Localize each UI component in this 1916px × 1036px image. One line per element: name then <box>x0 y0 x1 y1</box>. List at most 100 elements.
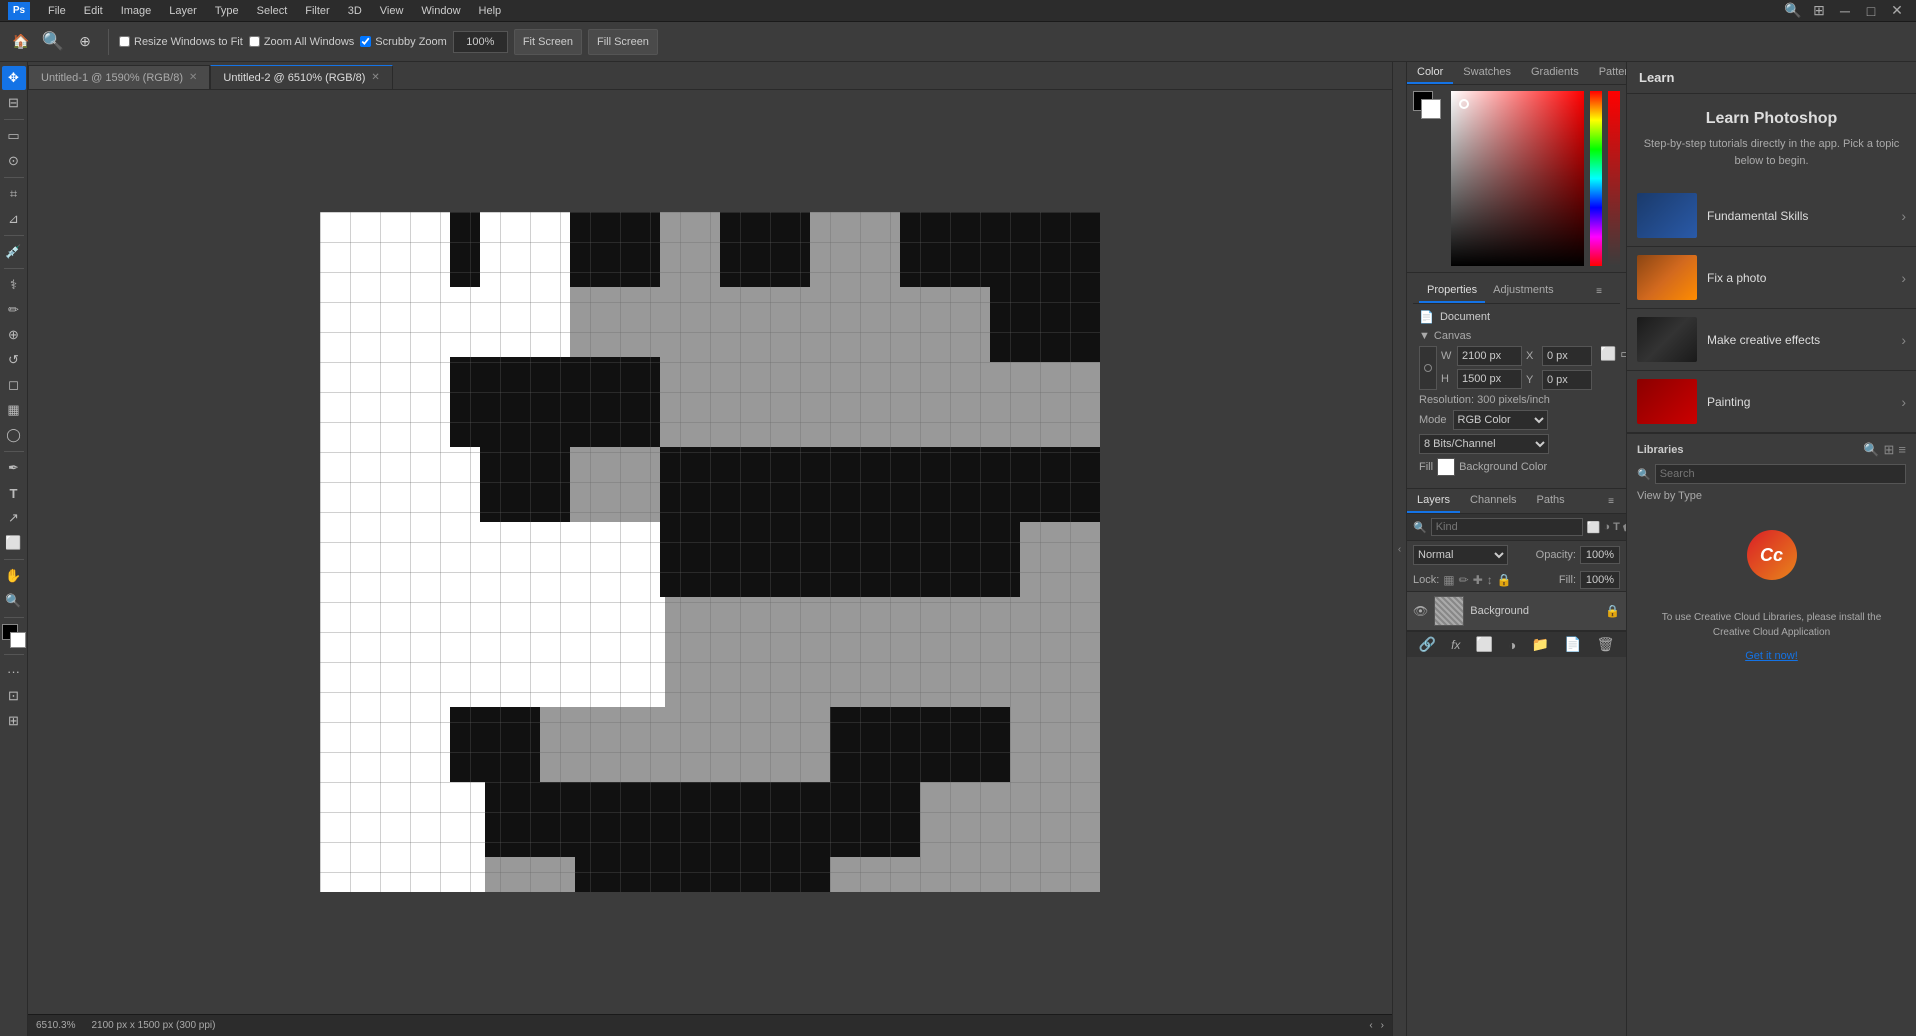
tab-close-untitled2[interactable]: ✕ <box>371 72 379 83</box>
tool-dodge[interactable]: ◯ <box>2 423 26 447</box>
tab-properties[interactable]: Properties <box>1419 279 1485 303</box>
layer-visibility-icon[interactable]: 👁 <box>1413 604 1428 618</box>
blend-mode-select[interactable]: Normal <box>1413 545 1508 565</box>
tool-hand[interactable]: ✋ <box>2 564 26 588</box>
tool-slice[interactable]: ⊿ <box>2 207 26 231</box>
tab-layers[interactable]: Layers <box>1407 489 1460 513</box>
fg-bg-color-swatch[interactable] <box>2 624 26 648</box>
tool-history-brush[interactable]: ↺ <box>2 348 26 372</box>
tool-extra1[interactable]: ⊡ <box>2 684 26 708</box>
layer-item-background[interactable]: 👁 Background 🔒 <box>1407 592 1626 631</box>
menu-window[interactable]: Window <box>413 3 468 19</box>
tool-marquee-rect[interactable]: ▭ <box>2 124 26 148</box>
color-gradient-picker[interactable] <box>1451 91 1584 266</box>
tool-extra2[interactable]: ⊞ <box>2 709 26 733</box>
maximize-icon[interactable]: □ <box>1860 0 1882 22</box>
tool-zoom[interactable]: 🔍 <box>2 589 26 613</box>
opacity-input[interactable] <box>1580 546 1620 564</box>
status-arrow-right[interactable]: › <box>1381 1020 1384 1031</box>
zoom-all-windows-checkbox[interactable]: Zoom All Windows <box>249 36 354 48</box>
lock-artboard-icon[interactable]: ✚ <box>1473 573 1483 587</box>
tool-more[interactable]: ··· <box>2 659 26 683</box>
layer-filter-pixel-icon[interactable]: ⬜ <box>1587 521 1601 534</box>
tab-color[interactable]: Color <box>1407 62 1453 84</box>
layers-adjustment-icon[interactable]: ◑ <box>1508 637 1516 653</box>
tab-gradients[interactable]: Gradients <box>1521 62 1589 84</box>
learn-item-fundamental[interactable]: Fundamental Skills › <box>1627 185 1916 247</box>
view-by-type-label[interactable]: View by Type <box>1637 490 1702 502</box>
zoom-level-input[interactable] <box>453 31 508 53</box>
layers-group-icon[interactable]: 📁 <box>1532 636 1549 653</box>
bit-depth-select[interactable]: 8 Bits/Channel <box>1419 434 1549 454</box>
menu-filter[interactable]: Filter <box>297 3 337 19</box>
tab-untitled1[interactable]: Untitled-1 @ 1590% (RGB/8) ✕ <box>28 65 210 89</box>
learn-item-fix-photo[interactable]: Fix a photo › <box>1627 247 1916 309</box>
menu-type[interactable]: Type <box>207 3 247 19</box>
color-fg-bg[interactable] <box>1413 91 1441 119</box>
libraries-list-icon[interactable]: ≡ <box>1898 442 1906 458</box>
menu-image[interactable]: Image <box>113 3 160 19</box>
libraries-search-icon[interactable]: 🔍 <box>1863 442 1879 458</box>
canvas-x-input[interactable] <box>1542 346 1592 366</box>
libraries-grid-icon[interactable]: ⊞ <box>1884 442 1895 458</box>
fill-input[interactable] <box>1580 571 1620 589</box>
canvas-section-header[interactable]: ▼ Canvas <box>1419 330 1614 342</box>
menu-view[interactable]: View <box>372 3 412 19</box>
fill-screen-button[interactable]: Fill Screen <box>588 29 658 55</box>
lock-pixels-icon[interactable]: ▦ <box>1443 573 1454 587</box>
tool-eraser[interactable]: ◻ <box>2 373 26 397</box>
right-panel-collapse[interactable]: ‹ <box>1392 62 1406 1036</box>
scrubby-zoom-checkbox[interactable]: Scrubby Zoom <box>360 36 447 48</box>
tab-close-untitled1[interactable]: ✕ <box>189 72 197 83</box>
tab-adjustments[interactable]: Adjustments <box>1485 279 1562 303</box>
tool-shape[interactable]: ⬜ <box>2 531 26 555</box>
canvas-width-input[interactable] <box>1457 346 1522 366</box>
home-icon[interactable]: 🏠 <box>8 29 34 55</box>
tool-crop[interactable]: ⌗ <box>2 182 26 206</box>
get-it-now-link[interactable]: Get it now! <box>1637 650 1906 662</box>
layers-mask-icon[interactable]: ⬜ <box>1476 636 1493 653</box>
arrange-icon[interactable]: ⊞ <box>1808 0 1830 22</box>
lock-position-icon[interactable]: ✏ <box>1459 573 1469 587</box>
learn-item-painting[interactable]: Painting › <box>1627 371 1916 433</box>
menu-layer[interactable]: Layer <box>161 3 205 19</box>
menu-file[interactable]: File <box>40 3 74 19</box>
color-mode-select[interactable]: RGB Color <box>1453 410 1548 430</box>
tool-lasso[interactable]: ⊙ <box>2 149 26 173</box>
tool-artboard[interactable]: ⊟ <box>2 91 26 115</box>
menu-edit[interactable]: Edit <box>76 3 111 19</box>
tool-type[interactable]: T <box>2 481 26 505</box>
background-swatch[interactable] <box>1421 99 1441 119</box>
tab-channels[interactable]: Channels <box>1460 489 1526 513</box>
background-color[interactable] <box>10 632 26 648</box>
close-icon[interactable]: ✕ <box>1886 0 1908 22</box>
zoom-out-icon[interactable]: 🔍 <box>40 29 66 55</box>
layer-filter-type-icon[interactable]: T <box>1613 521 1620 534</box>
canvas-container[interactable] <box>28 90 1392 1014</box>
search-icon[interactable]: 🔍 <box>1782 0 1804 22</box>
learn-item-creative[interactable]: Make creative effects › <box>1627 309 1916 371</box>
layers-kind-filter[interactable] <box>1431 518 1583 536</box>
tool-stamp[interactable]: ⊕ <box>2 323 26 347</box>
tool-brush[interactable]: ✏ <box>2 298 26 322</box>
layer-filter-adjustment-icon[interactable]: ◑ <box>1603 521 1610 534</box>
tab-swatches[interactable]: Swatches <box>1453 62 1521 84</box>
hue-slider[interactable] <box>1590 91 1602 266</box>
canvas-height-input[interactable] <box>1457 369 1522 389</box>
menu-help[interactable]: Help <box>471 3 510 19</box>
link-icon[interactable] <box>1419 346 1437 390</box>
alpha-slider[interactable] <box>1608 91 1620 266</box>
fit-screen-button[interactable]: Fit Screen <box>514 29 582 55</box>
canvas-portrait-icon[interactable]: ⬜ <box>1600 346 1616 390</box>
zoom-in-icon[interactable]: ⊕ <box>72 29 98 55</box>
properties-panel-menu-icon[interactable]: ≡ <box>1588 280 1610 302</box>
lock-all-icon2[interactable]: 🔒 <box>1497 573 1512 587</box>
status-arrow-left[interactable]: ‹ <box>1369 1020 1372 1031</box>
tool-pen[interactable]: ✒ <box>2 456 26 480</box>
canvas-y-input[interactable] <box>1542 370 1592 390</box>
menu-3d[interactable]: 3D <box>340 3 370 19</box>
minimize-icon[interactable]: ─ <box>1834 0 1856 22</box>
tool-eyedropper[interactable]: 💉 <box>2 240 26 264</box>
tab-paths[interactable]: Paths <box>1527 489 1575 513</box>
tool-gradient[interactable]: ▦ <box>2 398 26 422</box>
